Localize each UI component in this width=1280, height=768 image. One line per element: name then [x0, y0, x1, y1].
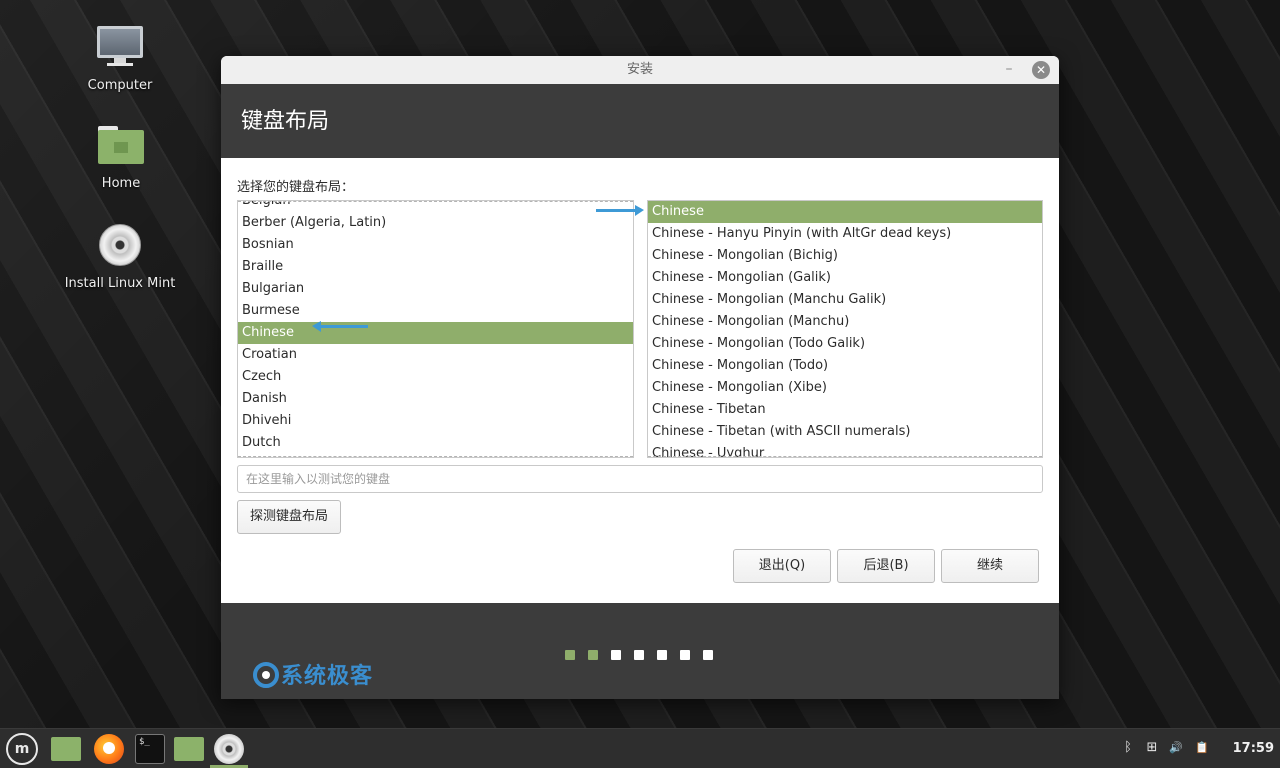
list-item[interactable]: Danish [238, 388, 633, 410]
step-dot [703, 650, 713, 660]
step-dot [634, 650, 644, 660]
page-title: 键盘布局 [241, 109, 330, 134]
list-item[interactable]: Czech [238, 366, 633, 388]
annotation-arrow-left [312, 321, 368, 332]
annotation-arrow-right [596, 205, 644, 216]
close-button[interactable]: ✕ [1032, 61, 1050, 79]
menu-icon[interactable]: m [6, 733, 38, 765]
layout-prompt-label: 选择您的键盘布局： [237, 180, 355, 195]
back-button[interactable]: 后退(B) [837, 549, 935, 583]
clipboard-icon[interactable]: 📋 [1194, 740, 1210, 756]
step-dot [680, 650, 690, 660]
list-item[interactable]: Chinese [238, 322, 633, 344]
files-window-icon[interactable] [174, 737, 204, 761]
desktop-icon-label: Computer [87, 78, 153, 93]
installer-footer: 系统极客 [221, 603, 1059, 699]
list-item[interactable]: Chinese - Mongolian (Bichig) [648, 245, 1042, 267]
installer-window: 安装 – ✕ 键盘布局 选择您的键盘布局： Belgian Berber (Alg… [221, 56, 1059, 699]
desktop-icon-computer[interactable]: Computer [55, 26, 185, 93]
keyboard-layout-content: 选择您的键盘布局： Belgian Berber (Algeria, Latin)… [221, 158, 1059, 603]
desktop-icon-label: Home [101, 176, 141, 191]
computer-icon [95, 26, 145, 72]
watermark-logo: 系统极客 [253, 658, 373, 690]
list-item[interactable]: Braille [238, 256, 633, 278]
bluetooth-icon[interactable]: ᛒ [1120, 740, 1136, 756]
desktop-icon-label: Install Linux Mint [64, 276, 176, 291]
list-item[interactable]: Chinese - Mongolian (Xibe) [648, 377, 1042, 399]
list-item[interactable]: Chinese - Mongolian (Todo Galik) [648, 333, 1042, 355]
detect-layout-button[interactable]: 探测键盘布局 [237, 500, 341, 534]
layout-list[interactable]: Belgian Berber (Algeria, Latin) Bosnian Bra… [237, 200, 634, 458]
window-titlebar[interactable]: 安装 – ✕ [221, 56, 1059, 84]
terminal-icon[interactable]: $_ [135, 734, 165, 764]
disc-icon [95, 224, 145, 270]
list-item[interactable]: Berber (Algeria, Latin) [238, 212, 633, 234]
list-item[interactable]: Chinese - Tibetan [648, 399, 1042, 421]
page-header: 键盘布局 [221, 84, 1059, 158]
system-tray: ᛒ ⊞ 🔊 📋 17:59 [1120, 729, 1280, 768]
quit-button[interactable]: 退出(Q) [733, 549, 831, 583]
keyboard-test-input[interactable] [237, 465, 1043, 493]
window-title: 安装 [626, 62, 653, 77]
clock[interactable]: 17:59 [1233, 741, 1274, 756]
list-item[interactable]: Bulgarian [238, 278, 633, 300]
file-manager-icon[interactable] [51, 737, 81, 761]
list-item[interactable]: Chinese [648, 201, 1042, 223]
step-dot [657, 650, 667, 660]
list-item[interactable]: Croatian [238, 344, 633, 366]
list-item[interactable]: Bosnian [238, 234, 633, 256]
step-dot [565, 650, 575, 660]
watermark-icon [253, 662, 279, 688]
desktop-icon-home[interactable]: Home [56, 124, 186, 191]
list-item[interactable]: Chinese - Mongolian (Galik) [648, 267, 1042, 289]
network-icon[interactable]: ⊞ [1144, 740, 1160, 756]
list-item[interactable]: Dutch [238, 432, 633, 454]
list-item[interactable]: Chinese - Mongolian (Manchu) [648, 311, 1042, 333]
list-item[interactable]: Dhivehi [238, 410, 633, 432]
step-dot [611, 650, 621, 660]
watermark-text: 系统极客 [281, 664, 374, 689]
list-item[interactable]: Chinese - Hanyu Pinyin (with AltGr dead … [648, 223, 1042, 245]
minimize-button[interactable]: – [999, 56, 1019, 84]
list-scroll-top-edge [238, 201, 633, 202]
list-item[interactable]: Chinese - Mongolian (Manchu Galik) [648, 289, 1042, 311]
taskbar: m $_ ᛒ ⊞ 🔊 📋 17:59 [0, 728, 1280, 768]
list-item[interactable]: Chinese - Mongolian (Todo) [648, 355, 1042, 377]
desktop-icon-install[interactable]: Install Linux Mint [55, 224, 185, 291]
list-scroll-bottom-edge [238, 456, 633, 457]
installer-taskbar-icon[interactable] [214, 734, 244, 764]
continue-button[interactable]: 继续 [941, 549, 1039, 583]
list-item[interactable]: Burmese [238, 300, 633, 322]
step-progress-indicator [565, 645, 726, 660]
volume-icon[interactable]: 🔊 [1168, 740, 1184, 756]
list-item[interactable]: Chinese - Tibetan (with ASCII numerals) [648, 421, 1042, 443]
firefox-icon[interactable] [94, 734, 124, 764]
list-scroll-bottom-edge [648, 456, 1042, 457]
home-folder-icon [96, 124, 146, 170]
variant-list[interactable]: Chinese Chinese - Hanyu Pinyin (with AltG… [647, 200, 1043, 458]
step-dot [588, 650, 598, 660]
